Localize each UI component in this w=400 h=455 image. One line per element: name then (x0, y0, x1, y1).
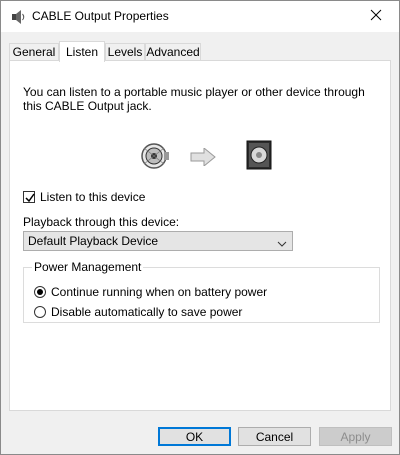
close-button[interactable] (353, 1, 399, 32)
ok-button[interactable]: OK (158, 427, 231, 446)
power-management-legend: Power Management (32, 260, 144, 274)
tab-general[interactable]: General (9, 43, 59, 60)
arrow-right-icon (190, 146, 216, 169)
listen-checkbox-row[interactable]: Listen to this device (23, 189, 145, 205)
listen-panel: You can listen to a portable music playe… (9, 60, 391, 411)
chevron-down-icon (277, 237, 287, 251)
continue-running-radio[interactable] (34, 286, 46, 298)
disable-automatically-option[interactable]: Disable automatically to save power (34, 304, 242, 320)
continue-running-option[interactable]: Continue running when on battery power (34, 284, 267, 300)
tab-listen[interactable]: Listen (59, 41, 105, 62)
speaker-icon (10, 9, 26, 25)
title-bar[interactable]: CABLE Output Properties (1, 1, 399, 32)
tab-advanced[interactable]: Advanced (145, 43, 201, 60)
checkmark-icon (25, 193, 35, 203)
listen-checkbox[interactable] (23, 191, 35, 203)
apply-button[interactable]: Apply (319, 427, 392, 446)
playback-device-select[interactable]: Default Playback Device (23, 231, 293, 251)
speaker-device-icon (246, 140, 274, 173)
properties-window: CABLE Output Properties General Listen L… (0, 0, 400, 455)
cancel-button[interactable]: Cancel (238, 427, 311, 446)
disable-automatically-label[interactable]: Disable automatically to save power (51, 305, 242, 319)
listen-description: You can listen to a portable music playe… (23, 85, 365, 113)
power-management-group: Power Management Continue running when o… (23, 260, 380, 323)
playback-device-value: Default Playback Device (28, 234, 159, 248)
window-title: CABLE Output Properties (32, 9, 169, 23)
close-icon (370, 9, 382, 24)
continue-running-label[interactable]: Continue running when on battery power (51, 285, 267, 299)
dialog-footer: OK Cancel Apply (1, 420, 399, 454)
listen-checkbox-label[interactable]: Listen to this device (40, 190, 145, 204)
disable-automatically-radio[interactable] (34, 306, 46, 318)
audio-source-icon (138, 140, 170, 175)
listen-graphic (138, 140, 278, 176)
tab-levels[interactable]: Levels (105, 43, 145, 60)
playback-label: Playback through this device: (23, 215, 180, 229)
